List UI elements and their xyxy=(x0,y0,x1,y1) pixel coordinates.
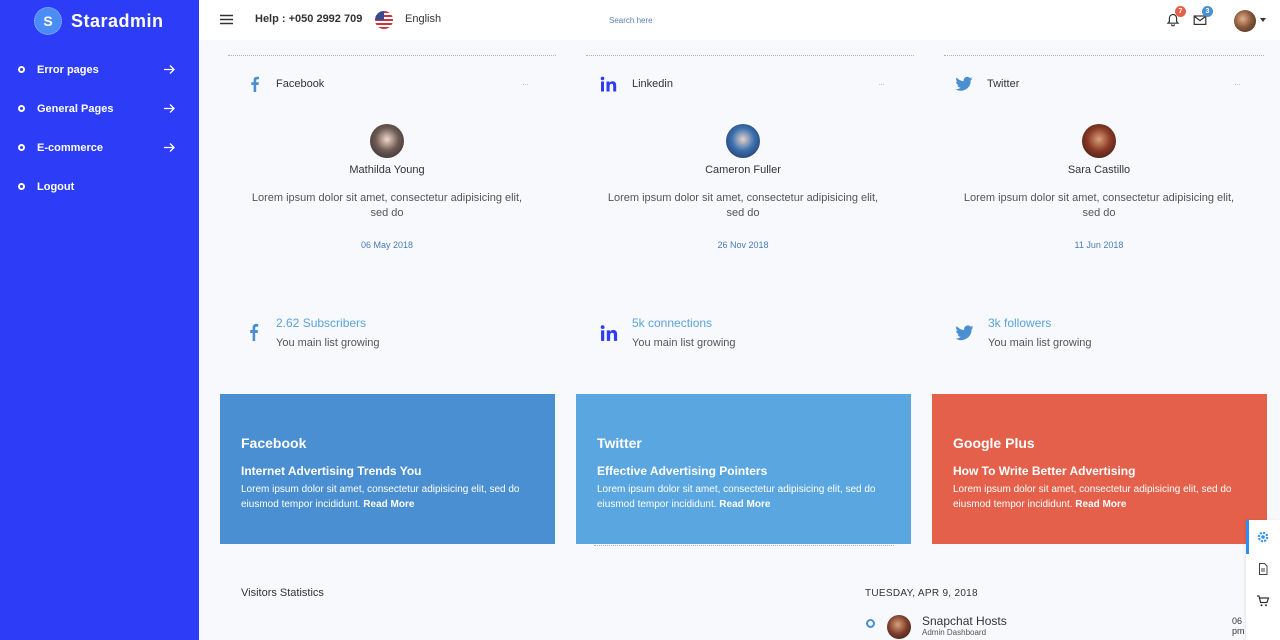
read-more-link[interactable]: Read More xyxy=(363,499,414,510)
read-more-link[interactable]: Read More xyxy=(1075,499,1126,510)
card-text: Lorem ipsum dolor sit amet, consectetur … xyxy=(241,482,534,512)
card-title: Google Plus xyxy=(953,435,1035,451)
card-text: Lorem ipsum dolor sit amet, consectetur … xyxy=(597,482,890,512)
facebook-icon xyxy=(251,76,259,92)
person-text: Lorem ipsum dolor sit amet, consectetur … xyxy=(963,192,1235,219)
card-google-plus: Google Plus How To Write Better Advertis… xyxy=(932,394,1267,544)
language-selector[interactable]: English xyxy=(405,13,441,25)
twitter-icon xyxy=(955,76,973,91)
messages-badge: 3 xyxy=(1202,6,1213,17)
stat-value: 3k followers xyxy=(988,316,1052,330)
post-date: 11 Jun 2018 xyxy=(1074,240,1124,250)
user-avatar[interactable] xyxy=(1234,10,1256,32)
sidebar-item-label: Logout xyxy=(37,180,75,193)
person-text: Lorem ipsum dolor sit amet, consectetur … xyxy=(251,192,523,219)
arrow-right-icon xyxy=(164,65,175,74)
sidebar-item-label: General Pages xyxy=(37,102,114,115)
card-title: Facebook xyxy=(241,435,307,451)
sidebar-item-label: E-commerce xyxy=(37,141,104,154)
post-date: 26 Nov 2018 xyxy=(717,240,769,250)
divider xyxy=(944,55,1264,56)
messages-button[interactable]: 3 xyxy=(1193,6,1213,27)
facebook-icon xyxy=(250,323,259,341)
more-options-icon[interactable]: ··· xyxy=(522,79,529,89)
card-title: Twitter xyxy=(597,435,642,451)
read-more-link[interactable]: Read More xyxy=(719,499,770,510)
us-flag-icon[interactable] xyxy=(375,11,393,29)
divider xyxy=(228,55,556,56)
social-network-name: Facebook xyxy=(276,78,325,90)
arrow-right-icon xyxy=(164,143,175,152)
search-input[interactable] xyxy=(609,13,769,27)
card-twitter: Twitter Effective Advertising Pointers L… xyxy=(576,394,911,544)
floating-toolbar xyxy=(1246,520,1280,640)
stat-value: 5k connections xyxy=(632,316,713,330)
card-text: Lorem ipsum dolor sit amet, consectetur … xyxy=(953,482,1246,512)
hamburger-menu-icon[interactable] xyxy=(220,14,233,25)
card-facebook: Facebook Internet Advertising Trends You… xyxy=(220,394,555,544)
timeline-date: TUESDAY, APR 9, 2018 xyxy=(865,588,978,599)
linkedin-icon xyxy=(600,76,617,92)
chevron-down-icon[interactable] xyxy=(1260,18,1266,22)
twitter-icon xyxy=(955,325,974,341)
circle-icon xyxy=(18,105,25,112)
divider xyxy=(594,545,894,546)
card-subtitle: How To Write Better Advertising xyxy=(953,464,1136,478)
arrow-right-icon xyxy=(164,104,175,113)
linkedin-icon xyxy=(600,325,618,341)
stat-subtitle: You main list growing xyxy=(632,337,736,349)
person-name: Mathilda Young xyxy=(349,164,425,176)
more-options-icon[interactable]: ··· xyxy=(878,79,885,89)
visitors-statistics-title: Visitors Statistics xyxy=(241,587,324,599)
avatar xyxy=(887,615,911,639)
timeline-item-subtitle: Admin Dashboard xyxy=(922,628,987,637)
card-subtitle: Internet Advertising Trends You xyxy=(241,464,422,478)
brand-name: Staradmin xyxy=(71,10,164,31)
avatar xyxy=(370,124,404,158)
brand-logo: S xyxy=(34,7,62,35)
social-network-name: Linkedin xyxy=(632,78,673,90)
avatar xyxy=(1082,124,1116,158)
notifications-button[interactable]: 7 xyxy=(1166,6,1186,27)
brand[interactable]: S Staradmin xyxy=(34,7,164,35)
document-icon[interactable] xyxy=(1256,562,1270,576)
notifications-badge: 7 xyxy=(1175,6,1186,17)
sidebar-item-e-commerce[interactable]: E-commerce xyxy=(0,128,199,167)
circle-icon xyxy=(18,66,25,73)
sidebar-item-general-pages[interactable]: General Pages xyxy=(0,89,199,128)
sidebar-nav: Error pages General Pages E-commerce Log… xyxy=(0,50,199,206)
top-navbar: Help : +050 2992 709 English 7 3 xyxy=(199,0,1280,40)
social-header-twitter: Twitter xyxy=(955,76,1019,92)
help-phone: Help : +050 2992 709 xyxy=(255,13,363,25)
social-network-name: Twitter xyxy=(987,78,1020,90)
cart-icon[interactable] xyxy=(1256,594,1270,608)
sidebar-item-label: Error pages xyxy=(37,63,99,76)
stat-subtitle: You main list growing xyxy=(276,337,380,349)
timeline-item-title: Snapchat Hosts xyxy=(922,614,1007,628)
circle-icon xyxy=(18,144,25,151)
sidebar-item-logout[interactable]: Logout xyxy=(0,167,199,206)
divider xyxy=(586,55,914,56)
social-header-facebook: Facebook xyxy=(248,76,324,92)
gear-icon[interactable] xyxy=(1256,530,1270,544)
person-text: Lorem ipsum dolor sit amet, consectetur … xyxy=(607,192,879,219)
more-options-icon[interactable]: ··· xyxy=(1234,79,1241,89)
timeline-marker-icon xyxy=(866,619,875,628)
person-name: Sara Castillo xyxy=(1067,164,1131,176)
post-date: 06 May 2018 xyxy=(360,240,414,250)
sidebar-item-error-pages[interactable]: Error pages xyxy=(0,50,199,89)
stat-subtitle: You main list growing xyxy=(988,337,1092,349)
circle-icon xyxy=(18,183,25,190)
card-subtitle: Effective Advertising Pointers xyxy=(597,464,768,478)
sidebar: S Staradmin Error pages General Pages E-… xyxy=(0,0,199,640)
stat-value: 2.62 Subscribers xyxy=(276,316,367,330)
avatar xyxy=(726,124,760,158)
social-header-linkedin: Linkedin xyxy=(600,76,673,92)
person-name: Cameron Fuller xyxy=(705,164,781,176)
